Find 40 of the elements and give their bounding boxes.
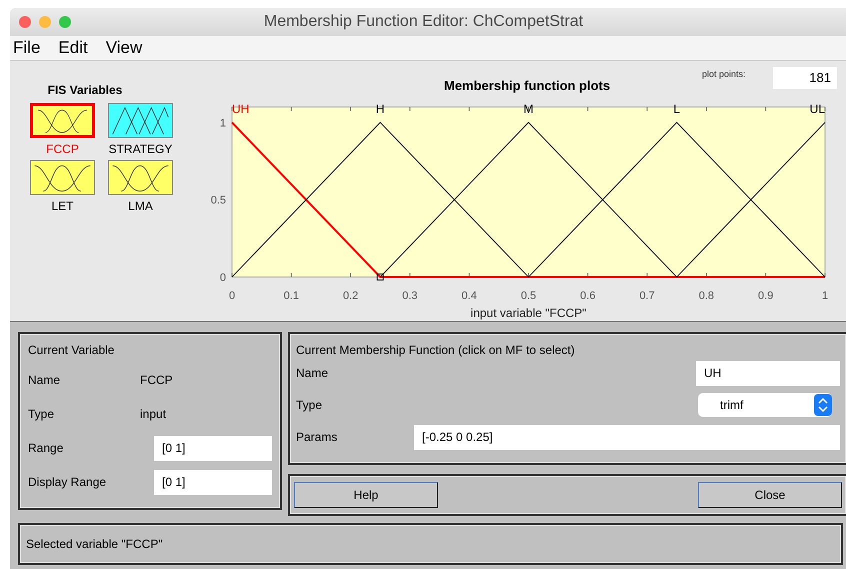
mf-label: M	[524, 102, 534, 116]
variable-label: LMA	[128, 199, 153, 213]
tick-label: 1	[220, 117, 226, 130]
variable-label: FCCP	[46, 142, 79, 156]
mf-label: UH	[232, 102, 250, 116]
field-label: Type	[296, 398, 324, 412]
tick-label: 0.9	[758, 290, 774, 302]
field-label: Display Range	[28, 475, 108, 489]
tick-label: 0.5	[520, 290, 536, 302]
tick-label: 0.6	[580, 290, 596, 302]
tick-label: 0	[220, 272, 226, 284]
mf-label: L	[673, 102, 680, 116]
chart-title: Membership function plots	[444, 78, 610, 93]
tick-label: 0.2	[342, 290, 358, 302]
tick-label: 1	[822, 290, 828, 302]
window-title: Membership Function Editor: ChCompetStrat	[264, 12, 584, 31]
plot-points-label: plot points:	[702, 69, 746, 79]
mf-label: UL	[810, 102, 825, 116]
panel-title: Current Membership Function (click on MF to select)	[296, 343, 576, 357]
tick-label: 0.7	[639, 290, 655, 302]
tick-label: 0.4	[462, 290, 477, 302]
variable-label: LET	[51, 199, 74, 213]
tick-label: 0	[228, 290, 236, 302]
value-text: FCCP	[140, 373, 173, 387]
variable-label: STRATEGY	[108, 142, 172, 156]
field-label: Params	[296, 430, 338, 444]
value-text: input	[140, 407, 166, 421]
field-label: Name	[296, 366, 330, 380]
panel-title: Current Variable	[28, 343, 116, 357]
field-label: Range	[28, 441, 64, 455]
tick-label: 0.8	[698, 290, 714, 302]
field-label: Type	[28, 407, 56, 421]
tick-label: 0.1	[284, 290, 299, 302]
tick-label: 0.3	[402, 290, 418, 302]
mf-label: H	[376, 102, 385, 116]
panel-title: FIS Variables	[46, 83, 124, 97]
axis-label: input variable "FCCP"	[470, 306, 586, 320]
tick-label: 0.5	[210, 194, 226, 207]
status-text: Selected variable "FCCP"	[26, 537, 163, 551]
field-label: Name	[28, 373, 62, 387]
